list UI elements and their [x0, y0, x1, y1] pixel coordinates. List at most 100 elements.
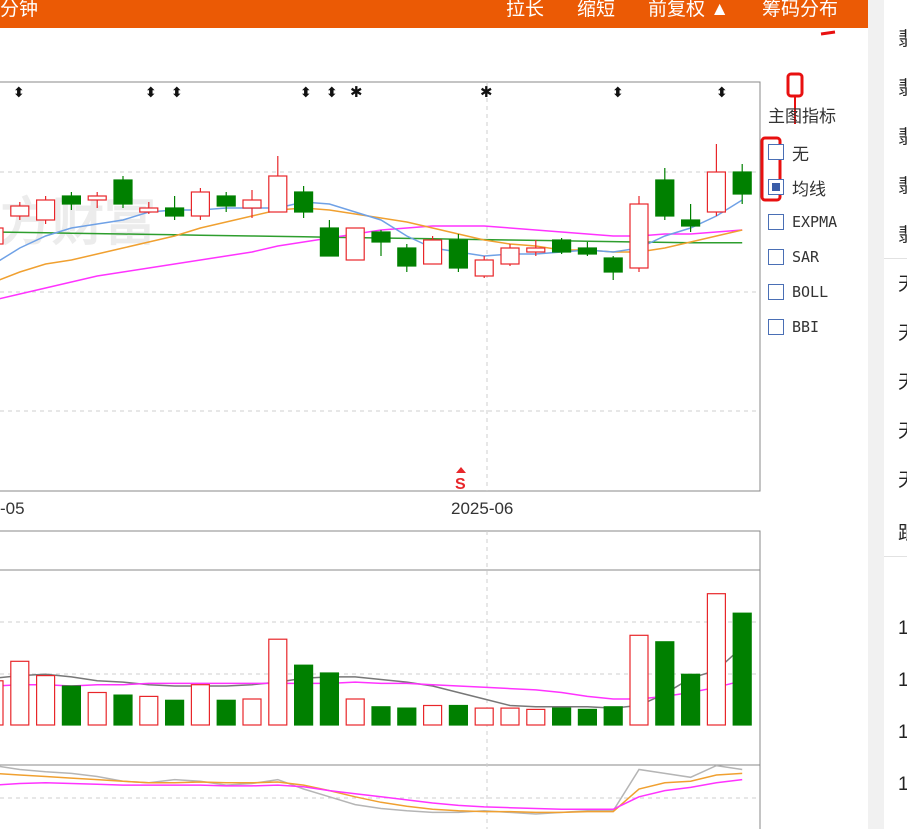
volume-bar — [268, 638, 288, 726]
volume-bar — [87, 691, 107, 726]
candle-body — [577, 247, 598, 255]
x-tick-mid: 2025-06 — [451, 499, 513, 518]
event-arrow-icon: ⬍ — [300, 85, 312, 101]
candle-body — [345, 227, 365, 261]
kdj-lines — [0, 764, 743, 815]
price-panel-frame — [0, 81, 761, 492]
side-panel-item[interactable]: 翡 — [898, 122, 907, 149]
indicator-checkbox[interactable] — [768, 284, 784, 300]
kdj-k-line — [0, 764, 743, 815]
candle — [345, 227, 365, 261]
volume-bar — [655, 641, 675, 726]
volume-bar — [35, 674, 56, 726]
side-panel-divider — [884, 258, 907, 259]
indicator-checkbox[interactable] — [768, 144, 784, 160]
event-arrow-icon: ⬍ — [716, 85, 728, 101]
side-panel-item[interactable]: 1 — [898, 722, 907, 744]
candle-body — [113, 179, 133, 205]
indicator-label: 无 — [792, 144, 809, 164]
candle — [35, 196, 56, 224]
side-panel-item[interactable]: 天 — [898, 269, 907, 296]
side-panel-item[interactable]: 1 — [898, 670, 907, 692]
stretch-button[interactable]: 拉长 — [506, 0, 544, 21]
indicator-option-3[interactable]: SAR — [768, 247, 819, 267]
highlight-dash — [820, 30, 836, 36]
volume-bar — [165, 699, 185, 726]
candle-body — [474, 259, 494, 277]
indicator-option-5[interactable]: BBI — [768, 317, 819, 337]
candle — [165, 196, 185, 220]
side-panel-item[interactable]: 翡 — [898, 171, 907, 198]
volume-bar — [603, 706, 623, 726]
candle-body — [10, 205, 30, 217]
period-label[interactable]: 分钟 — [0, 0, 38, 21]
candle-body — [655, 179, 675, 217]
shrink-button[interactable]: 缩短 — [577, 0, 615, 21]
side-panel-item[interactable]: 天 — [898, 465, 907, 492]
candle — [655, 168, 675, 220]
chip-distribution-button[interactable]: 筹码分布 — [762, 0, 838, 21]
candle-body — [680, 219, 701, 227]
volume-bar — [577, 708, 598, 726]
candle — [397, 244, 417, 272]
signal-arrow-icon — [456, 467, 466, 473]
volume-bar — [706, 593, 727, 726]
volume-bar — [448, 704, 468, 726]
candle-body — [242, 199, 262, 209]
volume-bar — [423, 704, 443, 726]
side-panel-item[interactable]: 翡 — [898, 24, 907, 51]
signal-marker: S — [455, 467, 466, 493]
volume-bar — [113, 694, 133, 726]
candle-body — [319, 227, 339, 257]
event-arrow-icon: ⬍ — [326, 85, 338, 101]
volume-bar — [139, 695, 159, 726]
candle-body — [397, 247, 417, 267]
adjust-dropdown[interactable]: 前复权 ▲ — [648, 0, 729, 21]
kdj-j-line — [0, 778, 743, 811]
side-panel-item[interactable]: 翡 — [898, 220, 907, 247]
candle — [319, 220, 339, 257]
indicator-option-4[interactable]: BOLL — [768, 282, 828, 302]
candle-body — [61, 195, 82, 205]
event-arrow-icon: ⬍ — [612, 85, 624, 101]
volume-bar — [474, 707, 494, 726]
event-star-icon: ✱ — [350, 83, 363, 101]
side-panel-item[interactable]: 跟 — [898, 518, 907, 545]
indicator-checkbox[interactable] — [768, 249, 784, 265]
candle-body — [706, 171, 727, 213]
indicator-checkbox[interactable] — [768, 179, 784, 195]
candle — [268, 156, 288, 213]
volume-bar — [629, 634, 649, 726]
indicator-checkbox[interactable] — [768, 214, 784, 230]
volume-bar — [0, 680, 4, 726]
side-panel-item[interactable]: 天 — [898, 318, 907, 345]
candle-body — [500, 247, 520, 265]
candle-body — [603, 257, 623, 273]
candle — [577, 242, 598, 256]
candle — [706, 144, 727, 216]
candle — [0, 227, 4, 245]
indicator-option-1[interactable]: 均线 — [768, 177, 826, 199]
side-panel-item[interactable]: 天 — [898, 416, 907, 443]
candle-body — [35, 199, 56, 221]
indicator-label: BBI — [792, 318, 820, 336]
candle-body — [629, 203, 649, 269]
candle-body — [190, 191, 210, 217]
side-panel-item[interactable]: 翡 — [898, 73, 907, 100]
volume-title-frame — [0, 530, 761, 571]
side-panel-item[interactable]: 1 — [898, 618, 907, 640]
side-panel-item[interactable]: 天 — [898, 367, 907, 394]
candle-body — [294, 191, 314, 213]
side-panel-item[interactable]: 1 — [898, 774, 907, 796]
candle — [113, 176, 133, 208]
candle — [474, 256, 494, 278]
indicator-option-0[interactable]: 无 — [768, 142, 809, 164]
indicator-option-2[interactable]: EXPMA — [768, 212, 837, 232]
candle-body — [526, 247, 546, 253]
indicator-label: 均线 — [792, 179, 826, 199]
indicator-checkbox[interactable] — [768, 319, 784, 335]
indicator-label: EXPMA — [792, 213, 838, 231]
candle-body — [551, 239, 572, 253]
indicator-selector-title: 主图指标 — [768, 107, 836, 126]
kline-chart[interactable]: 方财富 ⬍ ⬍ ⬍ ⬍ ⬍ ✱ ✱ ⬍ ⬍ S -05 2025-06 — [0, 0, 868, 829]
